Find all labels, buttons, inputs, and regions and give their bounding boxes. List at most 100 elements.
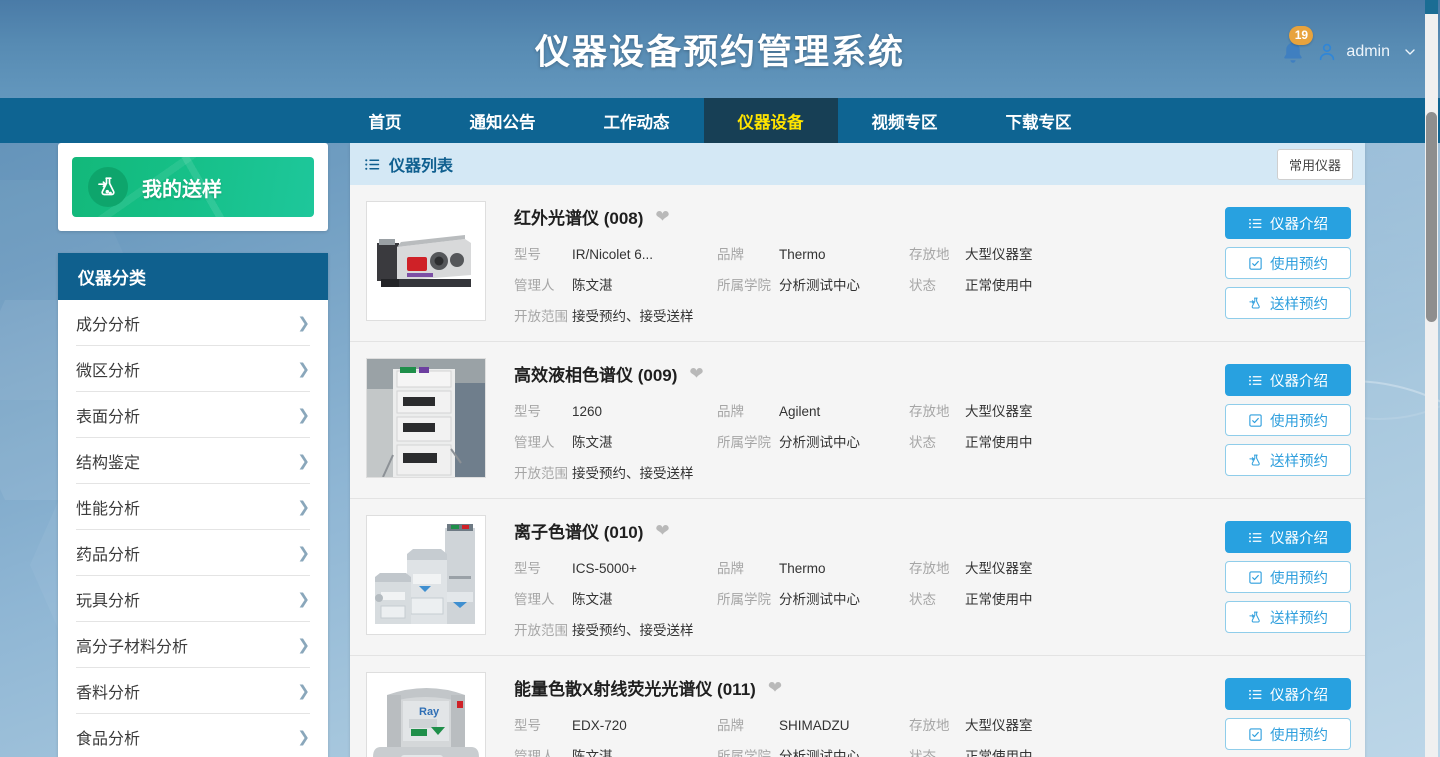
instrument-intro-button[interactable]: 仪器介绍	[1225, 678, 1351, 710]
nav-item-announcements[interactable]: 通知公告	[436, 98, 570, 143]
nav-item-work-updates[interactable]: 工作动态	[570, 98, 704, 143]
nav-item-downloads[interactable]: 下载专区	[972, 98, 1106, 143]
instrument-card[interactable]: 高效液相色谱仪 (009) ❤ 型号 1260 品牌 Agilent 存放地 大…	[350, 342, 1365, 499]
instrument-list-header: 仪器列表 常用仪器	[350, 143, 1365, 185]
spec-label-open-scope: 开放范围	[514, 305, 572, 325]
list-icon	[364, 156, 381, 173]
instrument-title[interactable]: 能量色散X射线荧光光谱仪 (011)	[514, 675, 756, 700]
sidebar-item-polymer-material-analysis[interactable]: 高分子材料分析 ❯	[76, 622, 310, 668]
spec-value-model: IR/Nicolet 6...	[572, 247, 717, 262]
spec-label-brand: 品牌	[717, 243, 779, 263]
instrument-actions: 仪器介绍 使用预约 送样预约	[1213, 201, 1351, 319]
spec-label-manager: 管理人	[514, 588, 572, 608]
chevron-right-icon: ❯	[297, 728, 310, 746]
spec-label-status: 状态	[909, 588, 965, 608]
my-sample-label: 我的送样	[142, 173, 222, 202]
sample-reservation-button[interactable]: 送样预约	[1225, 444, 1351, 476]
page-body: 我的送样 仪器分类 成分分析 ❯ 微区分析 ❯ 表面分析 ❯ 结构鉴定	[0, 143, 1440, 757]
spec-label-college: 所属学院	[717, 274, 779, 294]
sample-reservation-button[interactable]: 送样预约	[1225, 287, 1351, 319]
scrollbar-thumb[interactable]	[1426, 112, 1437, 322]
spec-value-open-scope: 接受预约、接受送样	[572, 305, 1213, 325]
instrument-actions: 仪器介绍 使用预约 送样预约	[1213, 672, 1351, 757]
spec-label-manager: 管理人	[514, 274, 572, 294]
category-label: 食品分析	[76, 725, 140, 749]
sidebar-item-microarea-analysis[interactable]: 微区分析 ❯	[76, 346, 310, 392]
heart-icon[interactable]: ❤	[689, 364, 703, 384]
notification-count-badge: 19	[1289, 26, 1313, 45]
spec-value-manager: 陈文湛	[572, 431, 717, 451]
chevron-down-icon[interactable]	[1402, 44, 1418, 60]
spec-label-status: 状态	[909, 274, 965, 294]
button-label: 使用预约	[1270, 724, 1328, 745]
instrument-actions: 仪器介绍 使用预约 送样预约	[1213, 515, 1351, 633]
hplc-stack-image	[367, 359, 485, 477]
instrument-card[interactable]: Ray 能量色散X射线荧光光谱仪 (011)	[350, 656, 1365, 757]
common-instruments-button[interactable]: 常用仪器	[1277, 149, 1353, 180]
spec-value-brand: Agilent	[779, 404, 909, 419]
category-label: 玩具分析	[76, 587, 140, 611]
spec-value-open-scope: 接受预约、接受送样	[572, 462, 1213, 482]
spec-label-brand: 品牌	[717, 714, 779, 734]
sidebar-item-fragrance-analysis[interactable]: 香料分析 ❯	[76, 668, 310, 714]
instrument-thumbnail[interactable]	[366, 515, 486, 635]
nav-item-instruments[interactable]: 仪器设备	[704, 98, 838, 143]
user-icon	[1316, 41, 1338, 63]
usage-reservation-button[interactable]: 使用预约	[1225, 718, 1351, 750]
instrument-card[interactable]: 离子色谱仪 (010) ❤ 型号 ICS-5000+ 品牌 Thermo 存放地…	[350, 499, 1365, 656]
sidebar-item-surface-analysis[interactable]: 表面分析 ❯	[76, 392, 310, 438]
list-icon	[1248, 687, 1263, 702]
usage-reservation-button[interactable]: 使用预约	[1225, 561, 1351, 593]
spec-value-college: 分析测试中心	[779, 431, 909, 451]
my-sample-card: 我的送样	[58, 143, 328, 231]
sidebar-item-food-analysis[interactable]: 食品分析 ❯	[76, 714, 310, 757]
instrument-info: 高效液相色谱仪 (009) ❤ 型号 1260 品牌 Agilent 存放地 大…	[486, 358, 1213, 482]
spec-label-model: 型号	[514, 557, 572, 577]
sidebar-item-composition-analysis[interactable]: 成分分析 ❯	[76, 300, 310, 346]
page-title: 仪器设备预约管理系统	[535, 24, 905, 75]
instrument-thumbnail[interactable]: Ray	[366, 672, 486, 757]
chevron-right-icon: ❯	[297, 682, 310, 700]
spec-value-location: 大型仪器室	[965, 243, 1213, 263]
sample-reservation-button[interactable]: 送样预约	[1225, 601, 1351, 633]
spec-value-brand: Thermo	[779, 247, 909, 262]
chevron-right-icon: ❯	[297, 544, 310, 562]
spec-value-college: 分析测试中心	[779, 274, 909, 294]
chevron-right-icon: ❯	[297, 498, 310, 516]
instrument-intro-button[interactable]: 仪器介绍	[1225, 207, 1351, 239]
chevron-right-icon: ❯	[297, 636, 310, 654]
category-label: 高分子材料分析	[76, 633, 188, 657]
heart-icon[interactable]: ❤	[768, 678, 782, 698]
instrument-title[interactable]: 高效液相色谱仪 (009)	[514, 361, 677, 386]
nav-item-home[interactable]: 首页	[335, 98, 436, 143]
spec-label-brand: 品牌	[717, 557, 779, 577]
spec-value-brand: SHIMADZU	[779, 718, 909, 733]
instrument-actions: 仪器介绍 使用预约 送样预约	[1213, 358, 1351, 476]
nav-item-video[interactable]: 视频专区	[838, 98, 972, 143]
notifications-button[interactable]: 19	[1278, 36, 1308, 68]
sidebar-item-performance-analysis[interactable]: 性能分析 ❯	[76, 484, 310, 530]
usage-reservation-button[interactable]: 使用预约	[1225, 404, 1351, 436]
my-sample-banner[interactable]: 我的送样	[72, 157, 314, 217]
sidebar-item-structure-identification[interactable]: 结构鉴定 ❯	[76, 438, 310, 484]
heart-icon[interactable]: ❤	[655, 207, 669, 227]
instrument-thumbnail[interactable]	[366, 358, 486, 478]
chevron-right-icon: ❯	[297, 406, 310, 424]
page-scrollbar[interactable]	[1425, 0, 1438, 757]
instrument-title[interactable]: 红外光谱仪 (008)	[514, 204, 643, 229]
sidebar: 我的送样 仪器分类 成分分析 ❯ 微区分析 ❯ 表面分析 ❯ 结构鉴定	[58, 143, 328, 757]
usage-reservation-button[interactable]: 使用预约	[1225, 247, 1351, 279]
instrument-title[interactable]: 离子色谱仪 (010)	[514, 518, 643, 543]
spec-label-status: 状态	[909, 431, 965, 451]
spec-value-location: 大型仪器室	[965, 557, 1213, 577]
instrument-intro-button[interactable]: 仪器介绍	[1225, 364, 1351, 396]
sidebar-item-drug-analysis[interactable]: 药品分析 ❯	[76, 530, 310, 576]
instrument-intro-button[interactable]: 仪器介绍	[1225, 521, 1351, 553]
instrument-thumbnail[interactable]	[366, 201, 486, 321]
username-label[interactable]: admin	[1346, 43, 1390, 61]
spec-value-status: 正常使用中	[965, 745, 1213, 757]
heart-icon[interactable]: ❤	[655, 521, 669, 541]
instrument-card[interactable]: 红外光谱仪 (008) ❤ 型号 IR/Nicolet 6... 品牌 Ther…	[350, 185, 1365, 342]
sidebar-item-toy-analysis[interactable]: 玩具分析 ❯	[76, 576, 310, 622]
spec-value-location: 大型仪器室	[965, 400, 1213, 420]
